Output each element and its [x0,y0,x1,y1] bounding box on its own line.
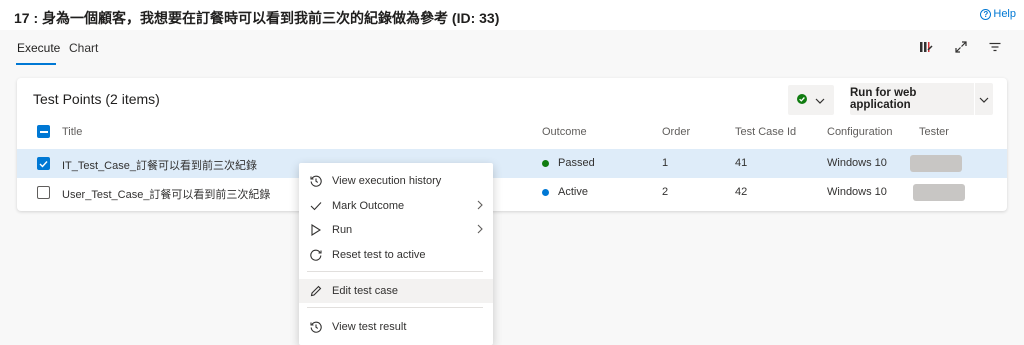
row-order: 2 [662,186,669,198]
play-icon [309,223,323,237]
row-checkbox[interactable] [37,157,50,170]
menu-divider [307,271,483,272]
tab-chart[interactable]: Chart [69,41,98,55]
menu-label: Reset test to active [332,249,426,261]
history-icon [309,320,323,334]
column-header-configuration[interactable]: Configuration [827,126,892,138]
chevron-right-icon [477,199,483,213]
table-row[interactable]: IT_Test_Case_訂餐可以看到前三次紀錄 Passed 1 41 Win… [17,149,1007,178]
menu-item-mark-outcome[interactable]: Mark Outcome [299,194,493,218]
menu-item-reset-test-to-active[interactable]: Reset test to active [299,243,493,267]
row-test-case-id: 42 [735,186,748,198]
row-title[interactable]: User_Test_Case_訂餐可以看到前三次紀錄 [62,186,270,202]
row-outcome: Active [558,186,588,198]
help-icon: ? [980,8,992,20]
title-bar: 17 : 身為一個顧客，我想要在訂餐時可以看到我前三次的紀錄做為參考 (ID: … [0,0,1024,30]
table-row[interactable]: User_Test_Case_訂餐可以看到前三次紀錄 Active 2 42 W… [17,178,1007,207]
menu-item-view-execution-history[interactable]: View execution history [299,169,493,193]
passed-check-icon [797,93,807,107]
row-outcome: Passed [558,157,595,169]
filter-icon[interactable] [984,38,1006,56]
column-header-test-case-id[interactable]: Test Case Id [735,126,796,138]
column-header-outcome[interactable]: Outcome [542,126,587,138]
menu-divider [307,307,483,308]
menu-label: Run [332,224,353,236]
tab-execute[interactable]: Execute [17,41,60,55]
row-configuration: Windows 10 [827,157,887,169]
check-icon [309,199,323,213]
menu-label: Mark Outcome [332,200,405,212]
menu-label: View execution history [332,175,442,187]
row-order: 1 [662,157,669,169]
chevron-down-icon [979,92,989,106]
reset-icon [309,248,323,262]
pencil-icon [309,284,323,298]
context-menu: View execution history Mark Outcome Run … [299,163,493,345]
chevron-down-icon [815,93,825,107]
test-points-card: Test Points (2 items) Run for web applic… [17,78,1007,211]
active-status-icon [542,189,549,196]
history-icon [309,174,323,188]
active-tab-indicator [16,63,56,65]
column-header-title[interactable]: Title [62,126,82,138]
menu-label: View test result [332,321,407,333]
column-header-order[interactable]: Order [662,126,690,138]
expand-icon[interactable] [950,38,972,56]
run-options-dropdown[interactable] [975,83,993,115]
tester-redacted [910,155,962,172]
outcome-filter-dropdown[interactable] [788,85,834,115]
row-checkbox[interactable] [37,186,50,199]
passed-status-icon [542,160,549,167]
menu-item-view-test-result[interactable]: View test result [299,315,493,339]
tab-bar: Execute Chart [0,30,1024,66]
row-title[interactable]: IT_Test_Case_訂餐可以看到前三次紀錄 [62,157,257,173]
page-title: 17 : 身為一個顧客，我想要在訂餐時可以看到我前三次的紀錄做為參考 (ID: … [14,10,500,26]
chevron-right-icon [477,223,483,237]
help-label: Help [993,8,1016,20]
run-for-web-application-button[interactable]: Run for web application [850,83,974,115]
tester-redacted [913,184,965,201]
menu-item-run[interactable]: Run [299,218,493,242]
help-link[interactable]: ? Help [980,8,1016,20]
column-header-tester[interactable]: Tester [919,126,949,138]
menu-label: Edit test case [332,285,399,297]
column-options-icon[interactable] [915,38,937,56]
test-points-title: Test Points (2 items) [33,91,160,107]
row-configuration: Windows 10 [827,186,887,198]
row-test-case-id: 41 [735,157,748,169]
select-all-checkbox[interactable] [37,125,50,138]
menu-item-edit-test-case[interactable]: Edit test case [299,279,493,303]
